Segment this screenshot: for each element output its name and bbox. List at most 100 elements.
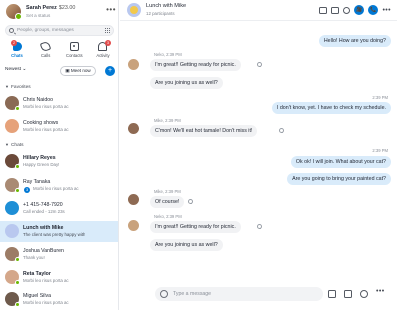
message-outgoing[interactable]: Are you going to bring your painted cat? [287,173,391,185]
conversation-title[interactable]: Lunch with Mike [146,3,186,9]
list-item-title: Reta Taylor [23,271,51,277]
message-incoming[interactable]: I'm great!! Getting ready for picnic. [150,221,241,233]
list-item[interactable]: Cooking shows Morbi leo risus porta ac [0,116,118,137]
tab-contacts-label: Contacts [66,53,83,58]
avatar [5,224,19,238]
skype-credit[interactable]: $23.00 [59,5,76,11]
list-item-title: Miguel Silva [23,293,51,299]
list-item-title: +1 415-748-7920 [23,202,63,208]
phone-avatar-icon [5,201,19,215]
more-options-icon[interactable]: ••• [106,6,116,14]
avatar[interactable] [128,220,139,231]
gallery-icon[interactable] [319,6,328,14]
search-icon[interactable] [343,6,351,14]
emoji-icon[interactable] [160,290,168,298]
meet-now-button[interactable]: ▣ Meet now [60,66,96,76]
header-actions: 🎥 📞 ••• [319,4,391,16]
participants-count[interactable]: 12 participants [146,11,175,16]
message-incoming[interactable]: Of course! [150,196,185,208]
message-meta: 2:39 PM [372,95,388,100]
message-incoming[interactable]: C'mon! We'll eat hot tamale! Don't miss … [150,125,258,137]
tab-calls[interactable]: Calls [33,40,59,64]
presence-dot [15,106,20,111]
list-item[interactable]: Hillary Reyes Happy Green Day! [0,151,118,172]
presence-dot [15,302,20,307]
list-item[interactable]: Joshua VanBuren Thank you! [0,244,118,265]
list-item-title: Cooking shows [23,120,59,126]
message-input-placeholder: Type a message [173,291,212,297]
message-meta: Neko, 2:39 PM [154,214,182,219]
message-incoming[interactable]: I'm great!! Getting ready for picnic. [150,59,241,71]
avatar[interactable] [128,123,139,134]
tab-activity[interactable]: 3 Activity [90,40,116,64]
chevron-down-icon: ▼ [5,142,9,147]
nav-tabs: 2 Chats Calls Contacts 3 Activity [4,40,116,64]
tab-chats[interactable]: 2 Chats [4,40,30,64]
list-item[interactable]: Miguel Silva Morbi leo risus porta ac [0,289,118,310]
message-outgoing[interactable]: Ok ok! I will join. What about your cat? [290,156,391,168]
profile-header[interactable]: Sarah Perez $23.00 Set a status ••• [6,4,116,22]
reaction-icon[interactable] [279,128,284,133]
list-item-title: Lunch with Mike [23,225,64,231]
list-item-preview: Morbi leo risus porta ac [33,186,79,191]
list-item-preview: Happy Green Day! [23,162,60,167]
group-avatar[interactable] [127,3,141,17]
list-item-preview: Morbi leo risus porta ac [23,104,69,109]
list-item-title: Hillary Reyes [23,155,56,161]
add-people-icon[interactable] [331,6,340,14]
mention-icon[interactable] [360,290,368,298]
chats-badge: 2 [11,40,17,46]
reaction-icon[interactable] [188,199,193,204]
chats-header[interactable]: ▼ Chats [5,142,24,148]
list-item[interactable]: Chris Naidoo Morbi leo risus porta ac [0,93,118,114]
tab-contacts[interactable]: Contacts [61,40,87,64]
audio-call-button[interactable]: 📞 [368,5,379,15]
video-call-button[interactable]: 🎥 [354,5,365,15]
contact-card-icon[interactable] [344,290,352,298]
list-item-title: Ray Tanaka [23,179,51,185]
message-incoming[interactable]: Are you joining us as well? [150,239,223,251]
dialpad-icon[interactable] [105,28,110,33]
favorites-header[interactable]: ▼ Favorites [5,84,31,90]
message-outgoing[interactable]: I don't know, yet. I have to check my sc… [271,102,391,114]
avatar [5,154,20,169]
sort-dropdown[interactable]: Newest ⌄ [5,67,26,72]
avatar[interactable] [6,4,22,20]
new-chat-button[interactable]: + [105,66,115,76]
attach-file-icon[interactable] [328,290,336,298]
presence-dot [15,164,20,169]
list-item[interactable]: +1 415-748-7920 Call ended - 12m 23s [0,198,118,219]
contacts-icon [69,42,79,51]
avatar [5,96,20,111]
phone-icon [39,40,52,53]
message-meta: Mike, 2:39 PM [154,189,181,194]
avatar [5,247,20,262]
avatar [5,270,20,285]
list-item[interactable]: Reta Taylor Morbi leo risus porta ac [0,267,118,288]
more-options-icon[interactable]: ••• [376,288,385,295]
list-item[interactable]: Ray Tanaka 3 Morbi leo risus porta ac [0,175,118,196]
more-options-icon[interactable]: ••• [382,7,391,14]
search-input[interactable]: People, groups, messages [5,25,114,36]
list-item-selected[interactable]: Lunch with Mike The client was pretty ha… [0,221,118,242]
profile-status[interactable]: Set a status [26,13,50,18]
chats-label: Chats [10,143,24,148]
profile-name-text: Sarah Perez [26,5,57,11]
list-item-preview: Morbi leo risus porta ac [23,278,69,283]
reaction-icon[interactable] [257,224,262,229]
list-item-title: Chris Naidoo [23,97,53,103]
reaction-icon[interactable] [257,62,262,67]
message-list[interactable]: Hello! How are you doing? Neko, 2:39 PM … [120,22,397,280]
message-meta: Mike, 2:39 PM [154,118,181,123]
activity-badge: 3 [104,40,111,46]
profile-name: Sarah Perez $23.00 [26,5,75,11]
message-incoming[interactable]: Are you joining us as well? [150,77,223,89]
avatar[interactable] [128,194,139,205]
avatar[interactable] [128,59,139,70]
search-placeholder: People, groups, messages [17,28,74,33]
presence-dot [15,257,20,262]
message-outgoing[interactable]: Hello! How are you doing? [318,35,391,47]
unread-count-badge: 3 [24,187,30,193]
avatar [5,292,20,307]
tab-activity-label: Activity [96,53,110,58]
